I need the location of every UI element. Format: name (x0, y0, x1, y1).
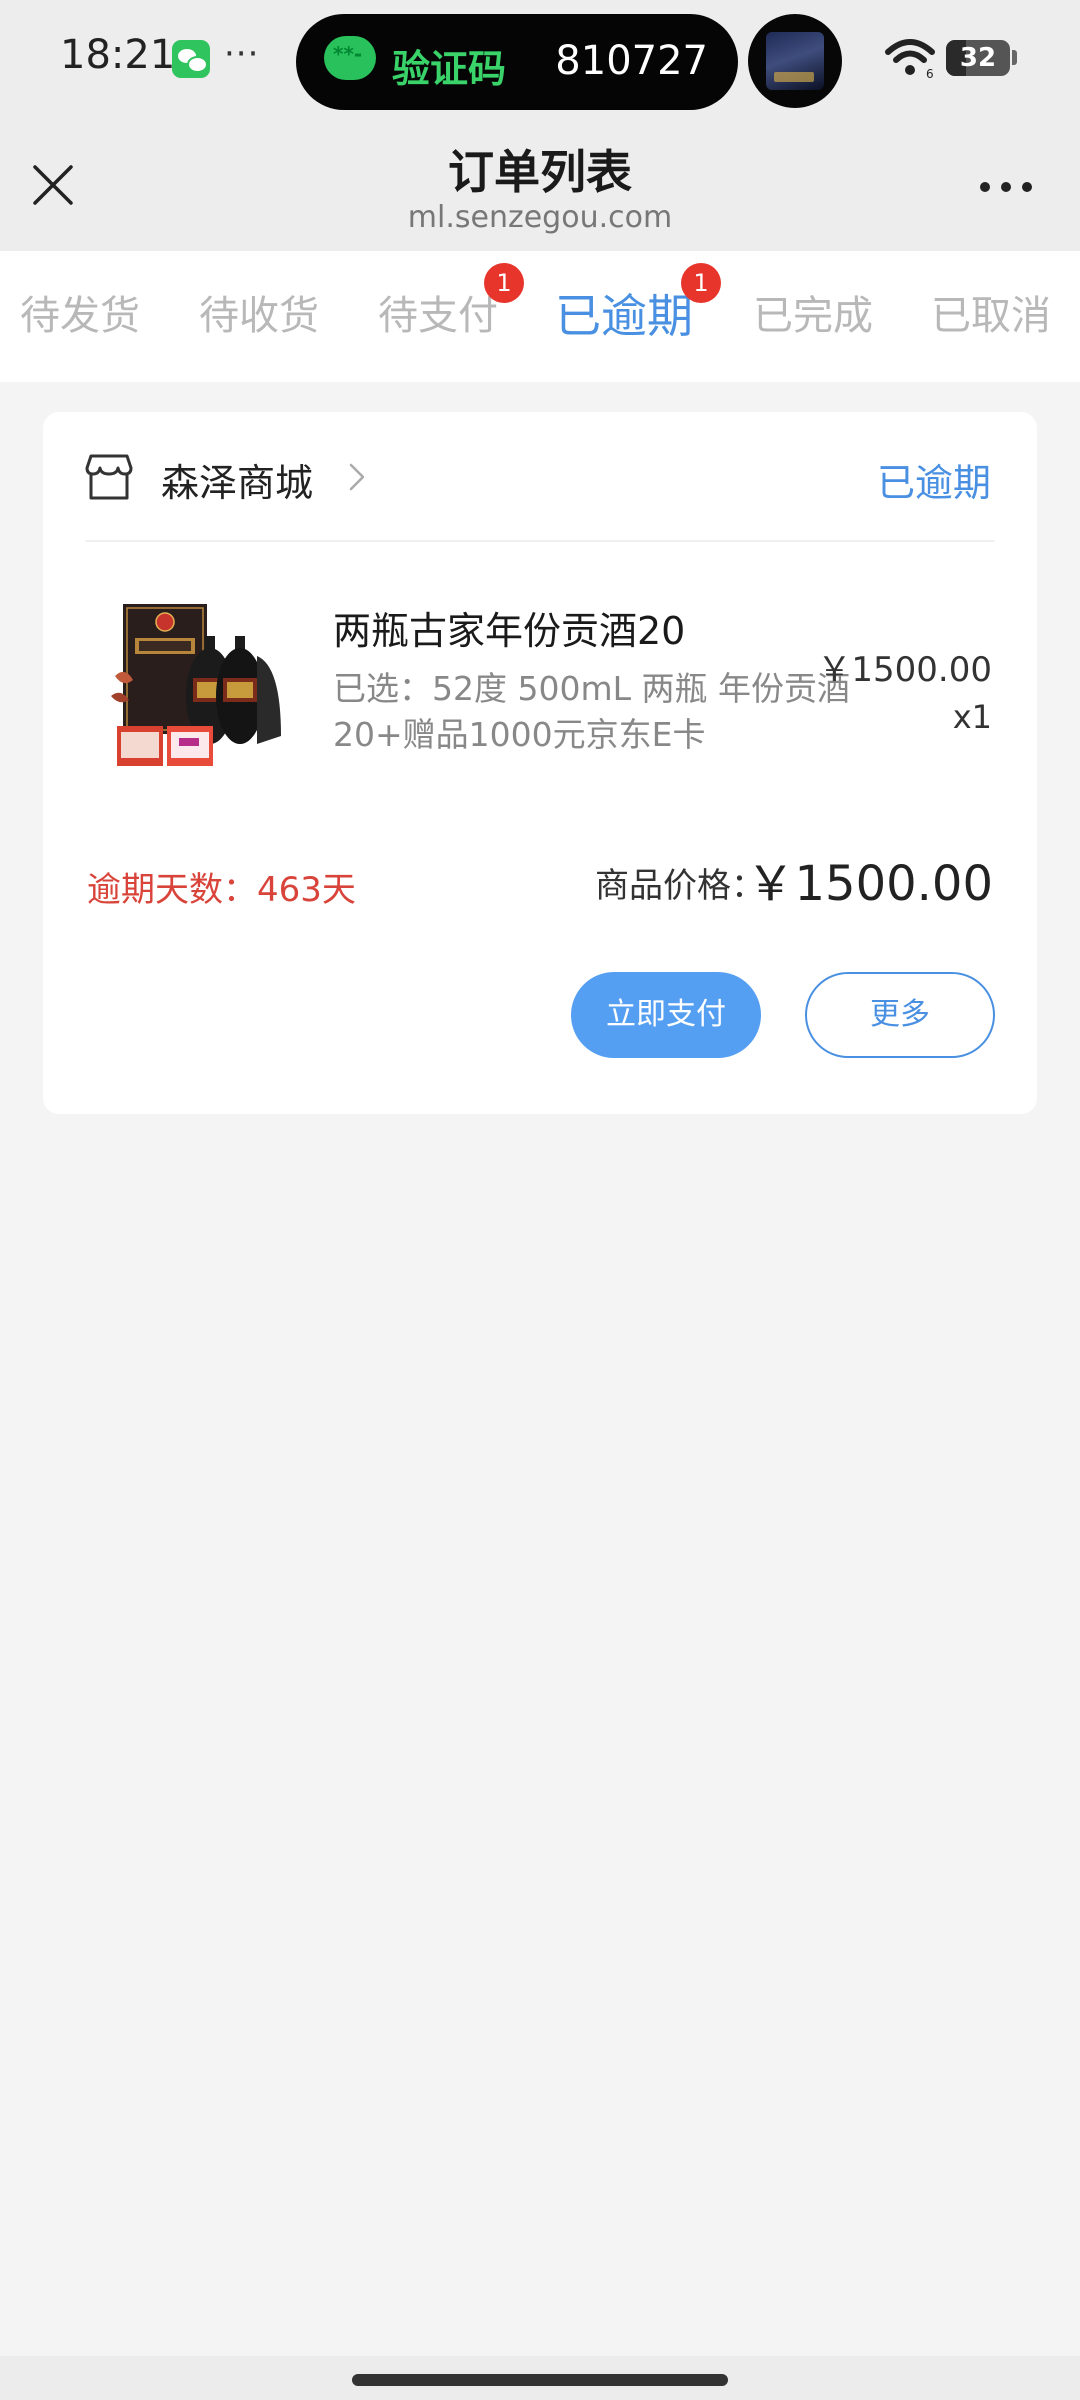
divider (85, 540, 995, 542)
overdue-days: 逾期天数：463天 (87, 870, 356, 910)
order-status-badge: 已逾期 (876, 461, 991, 505)
notification-code: 810727 (555, 38, 708, 84)
product-spec: 已选：52度 500mL 两瓶 年份贡酒20+赠品1000元京东E卡 (333, 669, 850, 754)
verification-code-notification[interactable]: 验证码 810727 (296, 14, 738, 110)
shop-icon (85, 454, 133, 500)
avatar[interactable] (748, 14, 842, 108)
total-price-value: ￥1500.00 (746, 856, 994, 912)
more-options-icon[interactable] (978, 180, 1034, 194)
pay-now-button[interactable]: 立即支付 (571, 972, 761, 1058)
product-quantity: x1 (952, 698, 992, 736)
tab-pending-receipt[interactable]: 待收货 (179, 251, 339, 382)
svg-text:6: 6 (926, 67, 934, 78)
more-actions-button[interactable]: 更多 (805, 972, 995, 1058)
more-notifications-icon: ··· (224, 34, 260, 74)
tab-label: 已取消 (931, 293, 1051, 339)
chevron-right-icon[interactable] (348, 462, 366, 492)
battery-nub (1012, 50, 1017, 65)
tab-completed[interactable]: 已完成 (733, 251, 893, 382)
product-image[interactable] (105, 596, 291, 782)
wifi-icon: 6 (885, 39, 935, 78)
tab-label: 待支付 (378, 293, 498, 339)
tab-label: 已完成 (753, 293, 873, 339)
page-url: ml.senzegou.com (407, 200, 673, 235)
wechat-icon (172, 40, 210, 78)
status-bar: 18:21 ··· 验证码 810727 6 32 (0, 0, 1080, 118)
order-card[interactable]: 森泽商城 已逾期 两瓶古家年份贡酒20 已选：52度 500mL 两瓶 年份贡酒… (43, 412, 1037, 1114)
tab-badge: 1 (484, 263, 524, 303)
tab-label: 已逾期 (555, 289, 693, 343)
product-unit-price: ￥1500.00 (817, 650, 992, 690)
product-name[interactable]: 两瓶古家年份贡酒20 (333, 600, 685, 655)
notification-label: 验证码 (392, 47, 507, 91)
page-title: 订单列表 (448, 145, 632, 199)
title-bar: 订单列表 ml.senzegou.com (0, 118, 1080, 251)
tab-overdue[interactable]: 已逾期 (544, 251, 704, 382)
message-icon (324, 36, 376, 80)
avatar-image (766, 32, 824, 90)
order-status-tabs: 待发货 待收货 待支付 1 已逾期 1 已完成 已取消 (0, 251, 1080, 382)
shop-name[interactable]: 森泽商城 (161, 452, 313, 507)
status-time: 18:21 (60, 32, 176, 78)
tab-label: 待发货 (20, 293, 140, 339)
battery-icon: 32 (946, 40, 1010, 76)
battery-level: 32 (959, 43, 997, 73)
tab-pending-shipment[interactable]: 待发货 (0, 251, 160, 382)
tab-badge: 1 (681, 263, 721, 303)
home-indicator[interactable] (352, 2374, 728, 2386)
total-price-label: 商品价格： (595, 866, 765, 906)
tab-label: 待收货 (199, 293, 319, 339)
tab-cancelled[interactable]: 已取消 (911, 251, 1071, 382)
